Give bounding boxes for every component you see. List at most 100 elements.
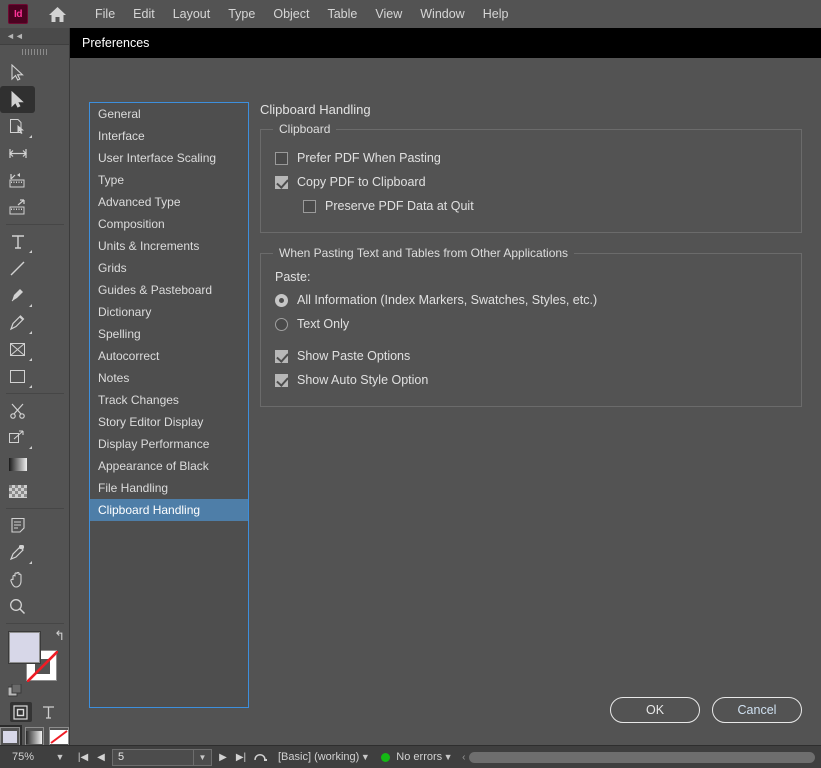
direct-selection-tool[interactable]: [0, 86, 35, 113]
frame-tool[interactable]: [0, 336, 35, 363]
page-dropdown-chevron-down-icon[interactable]: ▼: [193, 749, 211, 765]
fill-swatch[interactable]: [9, 632, 40, 663]
style-dropdown-chevron-down-icon[interactable]: ▼: [359, 752, 371, 762]
pencil-tool[interactable]: [0, 309, 35, 336]
selection-tool[interactable]: [0, 59, 35, 86]
type-tool[interactable]: [0, 228, 35, 255]
rectangle-tool[interactable]: [0, 363, 35, 390]
category-item-general[interactable]: General: [90, 103, 248, 125]
category-item-composition[interactable]: Composition: [90, 213, 248, 235]
home-icon[interactable]: [46, 3, 68, 25]
style-label: [Basic] (working): [278, 751, 360, 763]
checkbox-prefer-pdf-when-pasting[interactable]: [275, 151, 288, 165]
last-page-button[interactable]: ▶|: [232, 752, 250, 763]
category-item-dictionary[interactable]: Dictionary: [90, 301, 248, 323]
scissors-tool[interactable]: [0, 397, 35, 424]
gap-tool[interactable]: [0, 140, 35, 167]
menu-item-window[interactable]: Window: [411, 3, 473, 25]
hand-tool[interactable]: [0, 566, 35, 593]
dialog-button-row: OK Cancel: [610, 697, 802, 723]
category-item-advanced-type[interactable]: Advanced Type: [90, 191, 248, 213]
menu-item-layout[interactable]: Layout: [164, 3, 220, 25]
apply-color-button[interactable]: [0, 725, 22, 749]
note-tool[interactable]: [0, 512, 35, 539]
checkbox-preserve-pdf-data-at-quit[interactable]: [303, 199, 316, 213]
category-item-track-changes[interactable]: Track Changes: [90, 389, 248, 411]
menu-item-type[interactable]: Type: [219, 3, 264, 25]
indesign-logo-icon: Id: [8, 4, 28, 24]
eyedropper-tool[interactable]: [0, 539, 35, 566]
menu-item-list: File Edit Layout Type Object Table View …: [86, 3, 517, 25]
category-item-type[interactable]: Type: [90, 169, 248, 191]
line-tool[interactable]: [0, 255, 35, 282]
menu-item-object[interactable]: Object: [264, 3, 318, 25]
formatting-affects-container-button[interactable]: [9, 702, 32, 722]
collapse-panel-button[interactable]: ◄◄: [0, 28, 69, 45]
page-number-value[interactable]: 5: [113, 751, 193, 763]
apply-none-button[interactable]: [49, 727, 69, 747]
panel-drag-handle[interactable]: [0, 45, 69, 59]
first-page-button[interactable]: |◀: [74, 752, 92, 763]
option-prefer-pdf-when-pasting[interactable]: Prefer PDF When Pasting: [275, 146, 787, 170]
category-item-notes[interactable]: Notes: [90, 367, 248, 389]
preferences-content-pane: Clipboard Handling Clipboard Prefer PDF …: [260, 102, 802, 745]
category-item-autocorrect[interactable]: Autocorrect: [90, 345, 248, 367]
category-item-grids[interactable]: Grids: [90, 257, 248, 279]
preferences-category-list[interactable]: General Interface User Interface Scaling…: [89, 102, 249, 708]
menu-item-help[interactable]: Help: [474, 3, 518, 25]
category-item-interface[interactable]: Interface: [90, 125, 248, 147]
radio-text-only[interactable]: [275, 317, 288, 331]
category-item-file-handling[interactable]: File Handling: [90, 477, 248, 499]
category-item-display-performance[interactable]: Display Performance: [90, 433, 248, 455]
checkbox-show-auto-style-option[interactable]: [275, 373, 288, 387]
menu-item-file[interactable]: File: [86, 3, 124, 25]
option-show-auto-style-option[interactable]: Show Auto Style Option: [275, 368, 787, 392]
free-transform-tool[interactable]: [0, 424, 35, 451]
category-item-units-increments[interactable]: Units & Increments: [90, 235, 248, 257]
option-copy-pdf-to-clipboard[interactable]: Copy PDF to Clipboard: [275, 170, 787, 194]
radio-option-text-only[interactable]: Text Only: [275, 312, 787, 336]
default-fill-stroke-icon[interactable]: [7, 683, 22, 698]
next-page-button[interactable]: ▶: [214, 752, 232, 763]
cancel-button[interactable]: Cancel: [712, 697, 802, 723]
formatting-affects-text-button[interactable]: [38, 702, 60, 722]
category-item-user-interface-scaling[interactable]: User Interface Scaling: [90, 147, 248, 169]
scroll-left-arrow-icon[interactable]: ‹: [458, 752, 469, 763]
zoom-dropdown-chevron-down-icon[interactable]: ▼: [54, 752, 66, 762]
preflight-dropdown-chevron-down-icon[interactable]: ▼: [442, 752, 454, 762]
checkbox-show-paste-options[interactable]: [275, 349, 288, 363]
menu-item-edit[interactable]: Edit: [124, 3, 164, 25]
radio-option-all-information[interactable]: All Information (Index Markers, Swatches…: [275, 288, 787, 312]
gradient-feather-tool[interactable]: [0, 478, 35, 505]
page-transition-icon[interactable]: [250, 749, 270, 765]
gradient-swatch-tool[interactable]: [0, 451, 35, 478]
category-item-guides-pasteboard[interactable]: Guides & Pasteboard: [90, 279, 248, 301]
category-item-spelling[interactable]: Spelling: [90, 323, 248, 345]
apply-gradient-button[interactable]: [24, 727, 44, 747]
category-item-clipboard-handling[interactable]: Clipboard Handling: [90, 499, 248, 521]
category-item-story-editor-display[interactable]: Story Editor Display: [90, 411, 248, 433]
pasting-group: When Pasting Text and Tables from Other …: [260, 246, 802, 407]
content-placer-tool[interactable]: [0, 194, 35, 221]
page-number-field[interactable]: 5 ▼: [112, 748, 212, 766]
tool-grid-transform: [0, 397, 69, 505]
page-tool[interactable]: [0, 113, 35, 140]
radio-all-information[interactable]: [275, 293, 288, 307]
content-collector-tool[interactable]: [0, 167, 35, 194]
category-item-appearance-of-black[interactable]: Appearance of Black: [90, 455, 248, 477]
option-show-paste-options[interactable]: Show Paste Options: [275, 344, 787, 368]
horizontal-scrollbar[interactable]: ‹: [458, 751, 815, 764]
checkbox-copy-pdf-to-clipboard[interactable]: [275, 175, 288, 189]
zoom-level-value[interactable]: 75%: [12, 751, 54, 763]
option-preserve-pdf-data-at-quit[interactable]: Preserve PDF Data at Quit: [275, 194, 787, 218]
scrollbar-thumb[interactable]: [469, 751, 815, 763]
zoom-tool[interactable]: [0, 593, 35, 620]
formatting-affects-row: [0, 702, 69, 722]
clipboard-group-legend: Clipboard: [273, 122, 337, 136]
pen-tool[interactable]: [0, 282, 35, 309]
menu-item-view[interactable]: View: [366, 3, 411, 25]
swap-fill-stroke-icon[interactable]: ↰: [54, 628, 65, 644]
menu-item-table[interactable]: Table: [318, 3, 366, 25]
ok-button[interactable]: OK: [610, 697, 700, 723]
previous-page-button[interactable]: ◀: [92, 752, 110, 763]
